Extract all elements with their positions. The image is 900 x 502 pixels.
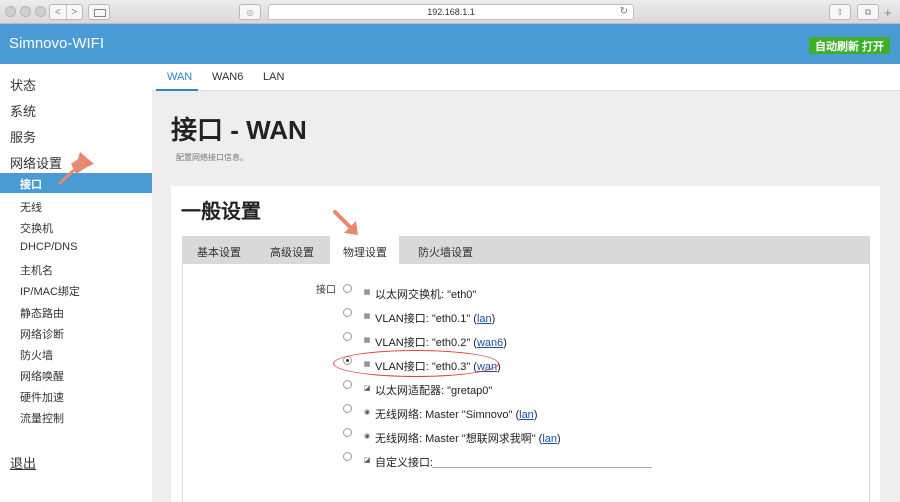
window-close-button[interactable] [5,6,16,17]
new-tab-icon[interactable]: + [884,5,900,21]
pin-icon [58,152,94,185]
ethernet-switch-icon: ▦ [363,289,371,296]
option-label-wifi-guest: 无线网络: Master "想联网求我啊" (lan) [375,433,561,445]
sidebar-toggle-icon[interactable] [88,4,110,20]
radio-gretap0[interactable] [343,380,352,389]
zone-link-lan[interactable]: lan [477,313,492,325]
back-icon[interactable]: < [50,5,66,19]
interface-field-label: 接口 [316,285,336,296]
option-label-eth0-1: VLAN接口: "eth0.1" (lan) [375,313,496,325]
radio-custom-interface[interactable] [343,452,352,461]
sidebar-item-dhcp-dns[interactable]: DHCP/DNS [20,241,77,253]
custom-interface-input[interactable] [432,454,652,468]
tabs-overview-icon[interactable]: ⧉ [857,4,879,20]
custom-interface-icon: ◪ [363,457,371,464]
ethernet-adapter-icon: ◪ [363,385,371,392]
sidebar-item-traffic-control[interactable]: 流量控制 [20,410,64,426]
option-label-eth0-2: VLAN接口: "eth0.2" (wan6) [375,337,507,349]
vlan-icon: ▦ [363,313,371,320]
sidebar-item-static-routes[interactable]: 静态路由 [20,305,64,321]
sidebar-item-services[interactable]: 服务 [10,127,36,146]
vlan-icon: ▦ [363,337,371,344]
sidebar-item-network[interactable]: 网络设置 [10,153,62,172]
browser-toolbar: < > ◎ 192.168.1.1 ↻ ⇧ ⧉ + [0,0,900,24]
zone-link-lan[interactable]: lan [519,409,534,421]
tab-lan[interactable]: LAN [263,71,284,83]
app-header: Simnovo-WIFI [0,24,900,64]
share-icon[interactable]: ⇧ [829,4,851,20]
wifi-icon: ◉ [363,433,371,440]
tab-firewall-settings[interactable]: 防火墙设置 [418,244,473,260]
option-label-wifi-simnovo: 无线网络: Master "Simnovo" (lan) [375,409,538,421]
option-label-gretap0: 以太网适配器: "gretap0" [375,385,493,397]
active-tab-indicator [156,89,198,91]
logout-link[interactable]: 退出 [10,453,36,472]
radio-wifi-guest[interactable] [343,428,352,437]
section-title: 一般设置 [181,201,261,223]
radio-wifi-simnovo[interactable] [343,404,352,413]
radio-eth0-1[interactable] [343,308,352,317]
brand-title[interactable]: Simnovo-WIFI [9,35,104,52]
sidebar-item-status[interactable]: 状态 [10,75,36,94]
sidebar-item-wake-on-lan[interactable]: 网络唤醒 [20,368,64,384]
tab-wan[interactable]: WAN [167,71,192,83]
sidebar-item-hw-acceleration[interactable]: 硬件加速 [20,389,64,405]
tab-physical-settings[interactable]: 物理设置 [343,244,387,260]
highlight-annotation [333,350,499,377]
auto-refresh-button[interactable]: 自动刷新 打开 [809,37,890,54]
sidebar-item-ip-mac-binding[interactable]: IP/MAC绑定 [20,283,80,299]
sidebar-item-wireless[interactable]: 无线 [20,199,42,215]
tab-wan6[interactable]: WAN6 [212,71,243,83]
option-label-eth0: 以太网交换机: "eth0" [375,289,477,301]
zone-link-lan[interactable]: lan [542,433,557,445]
tab-basic-settings[interactable]: 基本设置 [197,244,241,260]
sidebar-item-switch[interactable]: 交换机 [20,220,53,236]
option-label-custom: 自定义接口: [375,457,434,469]
url-text: 192.168.1.1 [427,7,475,17]
reload-icon[interactable]: ↻ [620,6,628,17]
sidebar-item-hostnames[interactable]: 主机名 [20,262,53,278]
wifi-icon: ◉ [363,409,371,416]
radio-eth0-2[interactable] [343,332,352,341]
sidebar-menu: 状态 系统 服务 网络设置 接口 无线 交换机 DHCP/DNS 主机名 IP/… [0,64,152,502]
extension-icon[interactable]: ◎ [239,4,261,20]
sidebar-item-label: 接口 [20,179,42,191]
page-description: 配置网络接口信息。 [176,153,248,162]
zone-link-wan6[interactable]: wan6 [477,337,503,349]
history-nav: < > [49,4,83,20]
radio-eth0[interactable] [343,284,352,293]
sidebar-item-system[interactable]: 系统 [10,101,36,120]
page-title: 接口 - WAN [171,115,307,145]
address-bar[interactable]: 192.168.1.1 ↻ [268,4,634,20]
window-minimize-button[interactable] [20,6,31,17]
arrow-icon [333,210,358,235]
forward-icon[interactable]: > [65,5,83,19]
sidebar-item-firewall[interactable]: 防火墙 [20,347,53,363]
interface-tabs: WAN WAN6 LAN [152,64,900,91]
window-zoom-button[interactable] [35,6,46,17]
sidebar-item-diagnostics[interactable]: 网络诊断 [20,326,64,342]
tab-advanced-settings[interactable]: 高级设置 [270,244,314,260]
